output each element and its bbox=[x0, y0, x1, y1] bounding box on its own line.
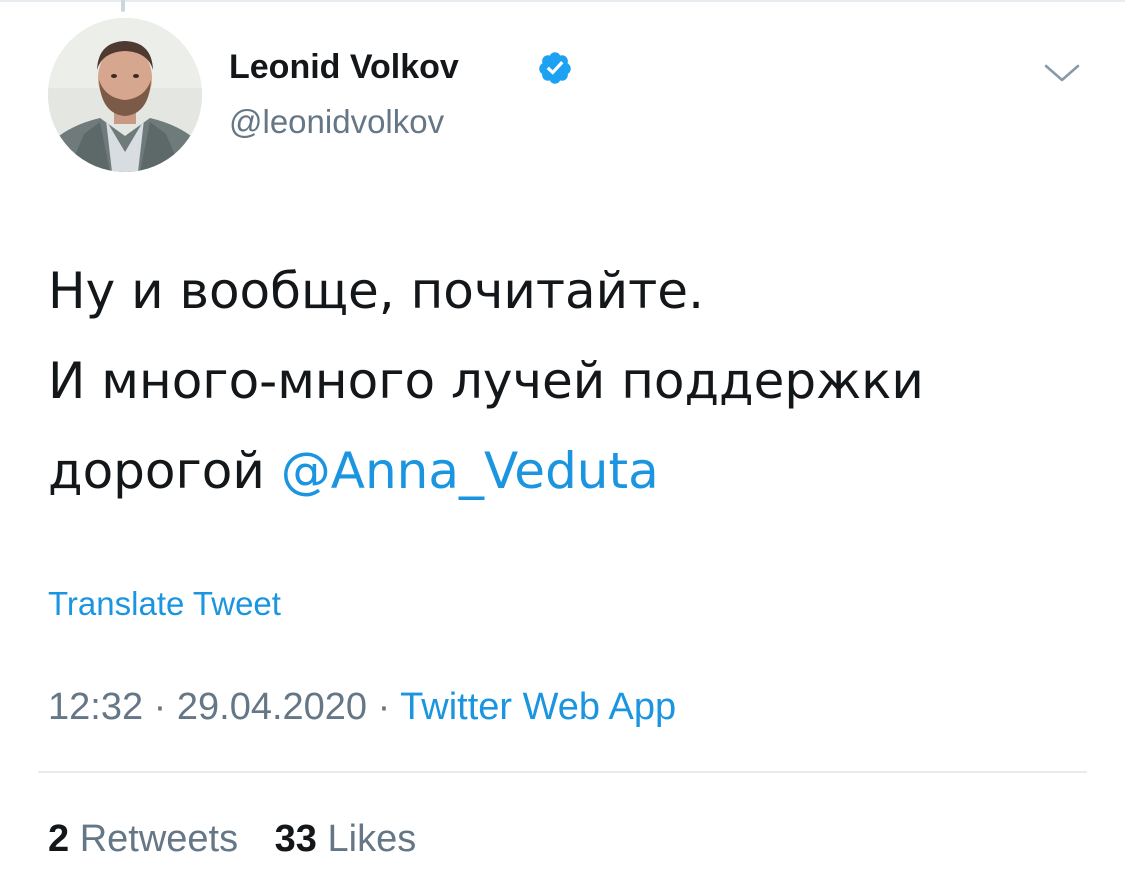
author-name[interactable]: Leonid Volkov bbox=[229, 47, 459, 87]
meta-separator: · bbox=[377, 686, 391, 728]
author-handle[interactable]: @leonidvolkov bbox=[229, 102, 444, 142]
top-divider bbox=[0, 0, 1125, 2]
avatar[interactable] bbox=[48, 18, 202, 172]
retweets-label: Retweets bbox=[79, 818, 239, 860]
tweet-text-line: дорогой @Anna_Veduta bbox=[48, 426, 1088, 516]
tweet-text-fragment: дорогой bbox=[48, 442, 265, 500]
tweet-meta: 12:32 · 29.04.2020 · Twitter Web App bbox=[48, 684, 676, 730]
meta-separator: · bbox=[153, 686, 167, 728]
tweet-text-line: И много-много лучей поддержки bbox=[48, 352, 924, 410]
retweets-stat[interactable]: 2 Retweets bbox=[48, 818, 238, 860]
chevron-down-icon[interactable] bbox=[1040, 58, 1084, 88]
likes-stat[interactable]: 33 Likes bbox=[275, 818, 417, 860]
translate-tweet-link[interactable]: Translate Tweet bbox=[48, 584, 281, 624]
tweet-text-line: Ну и вообще, почитайте. bbox=[48, 262, 704, 320]
tweet-stats: 2 Retweets 33 Likes bbox=[48, 816, 442, 862]
tweet-time[interactable]: 12:32 bbox=[48, 686, 143, 728]
avatar-photo bbox=[48, 18, 202, 172]
stats-divider bbox=[38, 771, 1087, 773]
tweet-source-link[interactable]: Twitter Web App bbox=[400, 686, 676, 728]
verified-badge-icon bbox=[539, 52, 571, 84]
mention-link[interactable]: @Anna_Veduta bbox=[281, 442, 659, 500]
retweets-count: 2 bbox=[48, 818, 70, 860]
likes-label: Likes bbox=[327, 818, 417, 860]
thread-connector-line bbox=[121, 0, 125, 12]
tweet-date[interactable]: 29.04.2020 bbox=[177, 686, 367, 728]
likes-count: 33 bbox=[274, 818, 317, 860]
tweet-text: Ну и вообще, почитайте. И много-много лу… bbox=[48, 246, 1088, 516]
